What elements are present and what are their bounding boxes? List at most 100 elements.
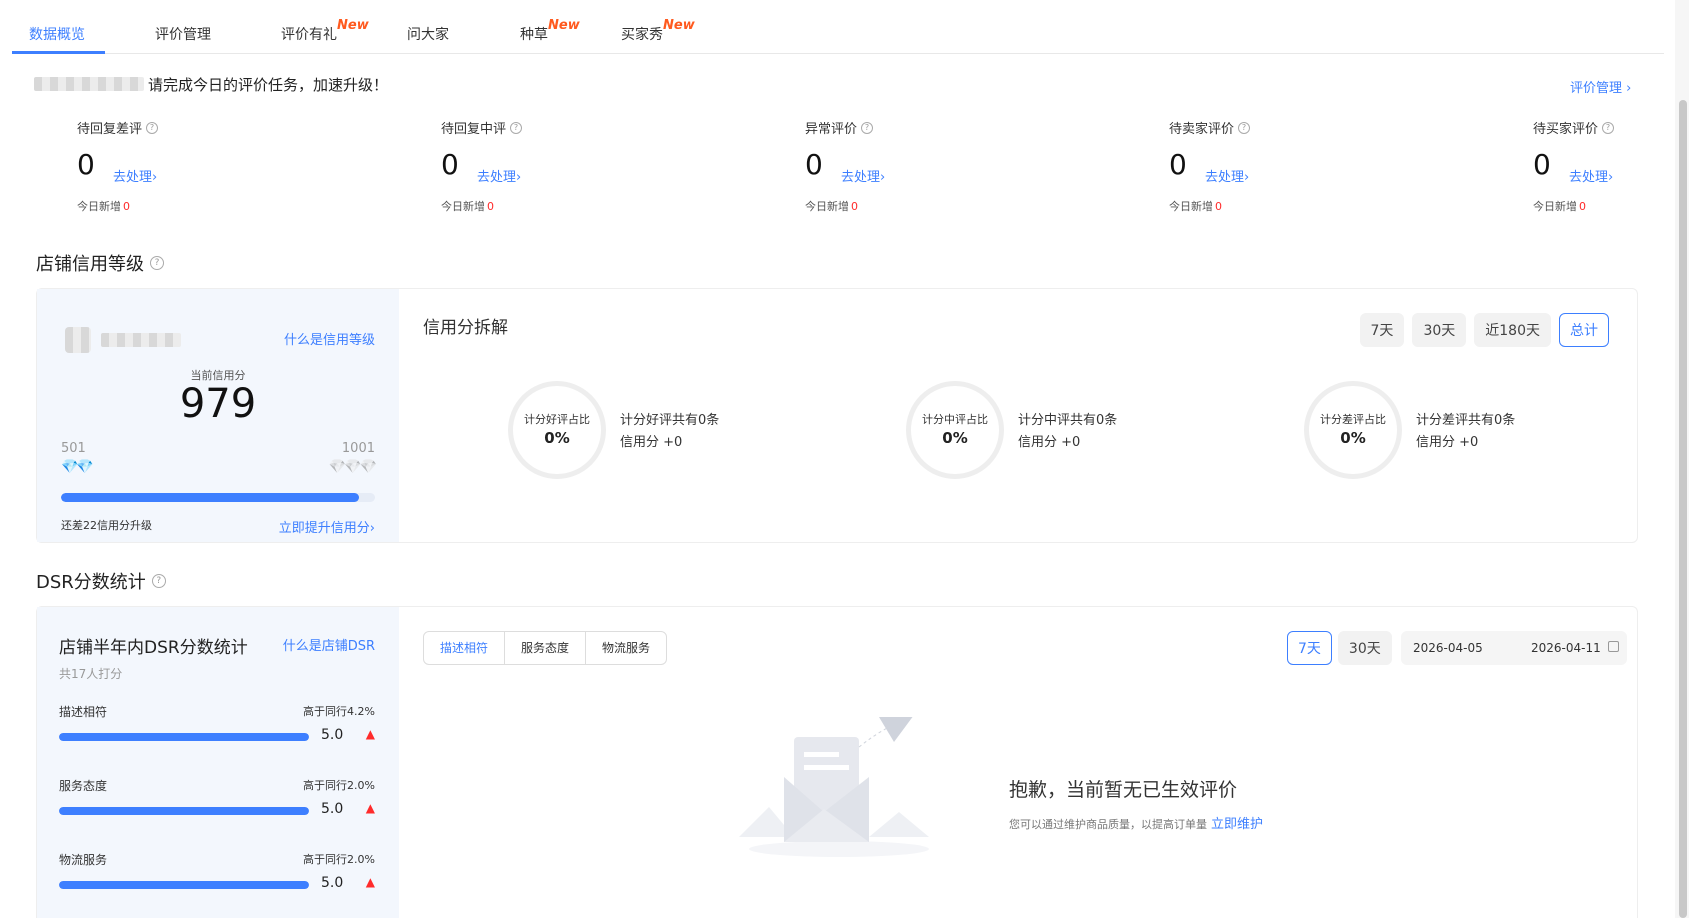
- stat-label: 待回复中评: [441, 122, 507, 137]
- calendar-icon: [1608, 641, 1619, 652]
- dsr-metric-tabs: 描述相符 服务态度 物流服务: [423, 631, 668, 665]
- date-end: 2026-04-11: [1531, 641, 1601, 655]
- stat-action-link[interactable]: 去处理›: [477, 166, 521, 185]
- what-is-credit-link[interactable]: 什么是信用等级: [284, 329, 375, 348]
- breakdown-period-selector: 7天 30天 近180天 总计: [1359, 313, 1609, 347]
- tab-overview[interactable]: 数据概览: [29, 24, 85, 44]
- stat-abnormal: 异常评价? 0 去处理› 今日新增 0: [805, 118, 1025, 214]
- greeting-text: 请完成今日的评价任务，加速升级！: [148, 75, 389, 94]
- new-badge: New: [337, 18, 369, 33]
- tab-review-gift[interactable]: 评价有礼 New: [281, 18, 369, 44]
- period-total-button[interactable]: 总计: [1559, 313, 1609, 347]
- ring-score: 信用分 +0: [620, 435, 683, 450]
- stat-value: 0: [1169, 148, 1187, 181]
- stat-sub: 今日新增 0: [805, 200, 858, 213]
- dsr-rater-count: 共17人打分: [59, 667, 123, 681]
- dsr-bar: [59, 881, 309, 889]
- ring-good: 计分好评占比 0% 计分好评共有0条 信用分 +0: [508, 381, 768, 481]
- date-range-picker[interactable]: 2026-04-05 2026-04-11: [1401, 631, 1627, 665]
- dsr-row-logistics: 物流服务 高于同行2.0% 5.0 ▲: [59, 851, 375, 901]
- ring-neutral: 计分中评占比 0% 计分中评共有0条 信用分 +0: [906, 381, 1166, 481]
- ring-label: 计分中评占比: [922, 413, 988, 426]
- dsr-compare: 高于同行4.2%: [303, 705, 375, 718]
- ring-count: 计分中评共有0条: [1018, 413, 1118, 428]
- credit-range-low: 501: [61, 441, 86, 456]
- dsr-card: 店铺半年内DSR分数统计 什么是店铺DSR 共17人打分 描述相符 高于同行4.…: [36, 606, 1638, 918]
- dsr-compare: 高于同行2.0%: [303, 853, 375, 866]
- stat-label: 待买家评价: [1533, 122, 1599, 137]
- stat-action-link[interactable]: 去处理›: [1205, 166, 1249, 185]
- what-is-dsr-link[interactable]: 什么是店铺DSR: [283, 635, 375, 654]
- help-icon[interactable]: ?: [861, 121, 874, 134]
- stat-action-link[interactable]: 去处理›: [113, 166, 157, 185]
- dsr-tab-service[interactable]: 服务态度: [505, 632, 587, 664]
- empty-state-desc: 您可以通过维护商品质量，以提高订单量 立即维护: [1009, 817, 1264, 832]
- tab-label: 数据概览: [29, 27, 85, 43]
- blurred-shop-name: [34, 77, 144, 91]
- diamond-icon: 💎💎💎: [328, 459, 377, 475]
- top-tabs: 数据概览 评价管理 评价有礼 New 问大家 种草 New 买家秀 New: [12, 0, 1664, 54]
- dsr-period-7d-button[interactable]: 7天: [1287, 631, 1332, 665]
- dsr-period-30d-button[interactable]: 30天: [1337, 631, 1392, 665]
- dsr-detail-panel: 描述相符 服务态度 物流服务 7天 30天 2026-04-05 2026-04…: [399, 607, 1637, 918]
- help-icon[interactable]: ?: [1238, 121, 1251, 134]
- period-30d-button[interactable]: 30天: [1412, 313, 1467, 347]
- improve-credit-link[interactable]: 立即提升信用分›: [279, 517, 375, 536]
- tab-label: 买家秀: [621, 27, 663, 43]
- dsr-metric-name: 物流服务: [59, 853, 108, 867]
- dsr-compare: 高于同行2.0%: [303, 779, 375, 792]
- dsr-bar: [59, 733, 309, 741]
- credit-section-title: 店铺信用等级 ?: [36, 250, 164, 276]
- dsr-tab-logistics[interactable]: 物流服务: [586, 632, 666, 664]
- dsr-period-selector: 7天 30天: [1287, 631, 1392, 665]
- dsr-tab-description[interactable]: 描述相符: [424, 632, 506, 664]
- stat-action-link[interactable]: 去处理›: [1569, 166, 1613, 185]
- stat-value: 0: [1533, 148, 1551, 181]
- period-7d-button[interactable]: 7天: [1359, 313, 1405, 347]
- dsr-row-description: 描述相符 高于同行4.2% 5.0 ▲: [59, 703, 375, 753]
- greeting-row: 请完成今日的评价任务，加速升级！: [34, 74, 388, 94]
- scrollbar[interactable]: [1675, 0, 1689, 918]
- maintain-now-link[interactable]: 立即维护: [1211, 817, 1263, 832]
- dsr-bar: [59, 807, 309, 815]
- tab-review-manage[interactable]: 评价管理: [155, 24, 211, 44]
- ring-label: 计分好评占比: [524, 413, 590, 426]
- stat-label: 待回复差评: [77, 122, 143, 137]
- help-icon[interactable]: ?: [151, 574, 166, 588]
- avatar: [65, 327, 91, 353]
- help-icon[interactable]: ?: [150, 256, 164, 270]
- credit-score: 979: [179, 381, 257, 427]
- stat-sub: 今日新增 0: [1533, 200, 1586, 213]
- credit-card: 什么是信用等级 当前信用分 979 501 1001 💎💎 💎💎💎 还差22信用…: [36, 288, 1638, 543]
- up-arrow-icon: ▲: [365, 727, 375, 741]
- help-icon[interactable]: ?: [510, 121, 523, 134]
- dsr-metric-name: 服务态度: [59, 779, 108, 793]
- help-icon[interactable]: ?: [146, 121, 159, 134]
- dsr-bar-fill: [59, 881, 309, 889]
- ring-count: 计分好评共有0条: [620, 413, 720, 428]
- breakdown-title: 信用分拆解: [423, 318, 508, 338]
- period-180d-button[interactable]: 近180天: [1474, 313, 1551, 347]
- tab-buyer-show[interactable]: 买家秀 New: [621, 18, 695, 44]
- ring-percent: 0%: [942, 429, 968, 447]
- ring-label: 计分差评占比: [1320, 413, 1386, 426]
- review-manage-link[interactable]: 评价管理 ›: [1570, 77, 1631, 96]
- tab-label: 问大家: [407, 27, 449, 43]
- stat-value: 0: [77, 148, 95, 181]
- tab-seeding[interactable]: 种草 New: [520, 18, 580, 44]
- scrollbar-thumb[interactable]: [1679, 100, 1687, 918]
- stat-action-link[interactable]: 去处理›: [841, 166, 885, 185]
- tab-ask-everyone[interactable]: 问大家: [407, 24, 449, 44]
- active-tab-indicator: [12, 51, 105, 54]
- new-badge: New: [663, 18, 695, 33]
- ring-percent: 0%: [544, 429, 570, 447]
- dsr-score: 5.0: [321, 727, 344, 743]
- stat-label: 待卖家评价: [1169, 122, 1235, 137]
- stat-pending-negative: 待回复差评? 0 去处理› 今日新增 0: [77, 118, 297, 214]
- dsr-section-title: DSR分数统计 ?: [36, 568, 166, 594]
- stat-sub: 今日新增 0: [1169, 200, 1222, 213]
- help-icon[interactable]: ?: [1602, 121, 1615, 134]
- section-title-text: 店铺信用等级: [36, 254, 144, 275]
- dsr-summary-panel: 店铺半年内DSR分数统计 什么是店铺DSR 共17人打分 描述相符 高于同行4.…: [37, 607, 399, 918]
- stat-sub: 今日新增 0: [441, 200, 494, 213]
